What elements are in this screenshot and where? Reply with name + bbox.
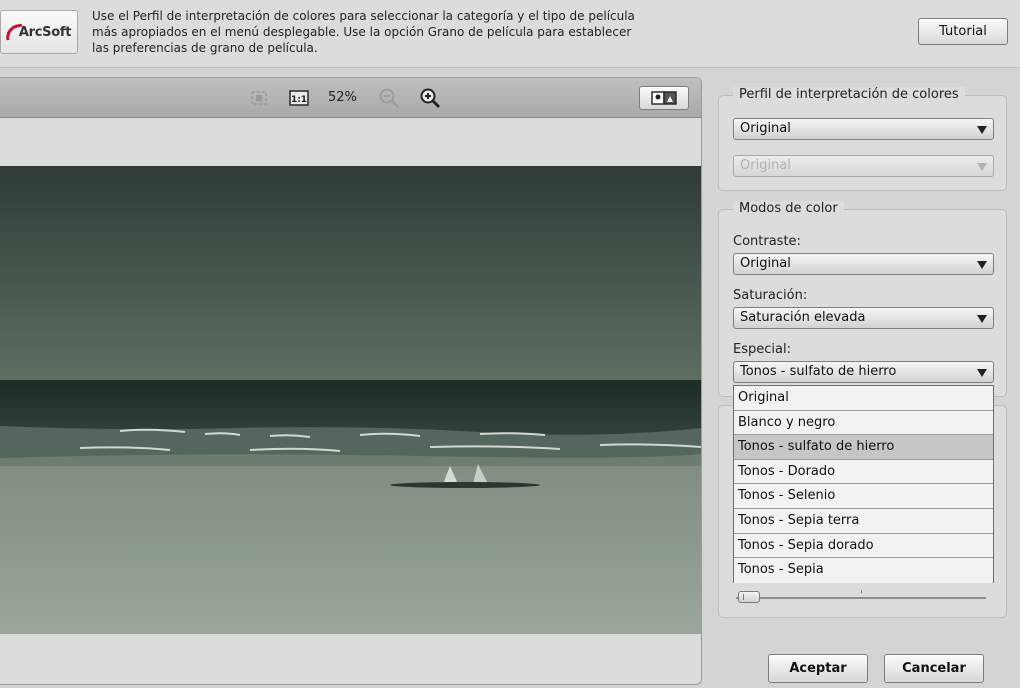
zoom-out-icon[interactable] [378,87,400,109]
saturation-select[interactable]: Saturación elevada [733,307,994,329]
fit-to-window-icon[interactable] [248,87,270,109]
film-grain-slider-track[interactable] [736,597,986,599]
special-value: Tonos - sulfato de hierro [740,364,897,379]
chevron-down-icon [977,369,987,377]
dropdown-option[interactable]: Tonos - Sepia dorado [734,533,993,559]
cancel-button[interactable]: Cancelar [884,654,984,683]
preview-toolbar: 1:1 52% [0,78,701,118]
saturation-value: Saturación elevada [740,310,866,325]
before-after-icon [651,91,677,105]
color-category-select[interactable]: Original [733,118,994,140]
zoom-level: 52% [328,90,357,105]
chevron-down-icon [977,126,987,134]
special-label: Especial: [733,342,791,357]
dropdown-option-selected[interactable]: Tonos - sulfato de hierro [734,435,993,460]
preview-panel: 1:1 52% [0,77,702,685]
chevron-down-icon [977,163,987,171]
film-grain-slider-thumb[interactable] [738,591,760,603]
svg-text:1:1: 1:1 [291,95,307,105]
chevron-down-icon [977,261,987,269]
contrast-select[interactable]: Original [733,253,994,275]
logo-text: ArcSoft [18,24,72,40]
dropdown-option[interactable]: Original [734,386,993,411]
instructions-text: Use el Perfil de interpretación de color… [92,9,635,55]
contrast-value: Original [740,256,791,271]
dropdown-option[interactable]: Tonos - Selenio [734,484,993,509]
saturation-label: Saturación: [733,288,808,303]
color-profile-title: Perfil de interpretación de colores [733,87,965,102]
color-modes-title: Modos de color [733,201,844,216]
film-type-value: Original [740,158,791,173]
compare-view-button[interactable] [639,86,689,110]
grip-icon [743,594,746,600]
accept-button[interactable]: Aceptar [768,654,868,683]
color-category-value: Original [740,121,791,136]
dropdown-option[interactable]: Tonos - Dorado [734,459,993,485]
film-type-select[interactable]: Original [733,155,994,177]
beach-photo [0,166,701,634]
dropdown-option[interactable]: Tonos - Sepia [734,558,993,583]
tutorial-button[interactable]: Tutorial [918,18,1008,45]
actual-size-icon[interactable]: 1:1 [288,87,310,109]
dropdown-option[interactable]: Blanco y negro [734,410,993,436]
chevron-down-icon [977,315,987,323]
header-bar: ArcSoft Use el Perfil de interpretación … [0,0,1020,68]
dropdown-option[interactable]: Tonos - Sepia terra [734,508,993,534]
zoom-in-icon[interactable] [419,87,441,109]
special-select[interactable]: Tonos - sulfato de hierro [733,361,994,383]
arcsoft-logo: ArcSoft [0,10,78,54]
contrast-label: Contraste: [733,234,801,249]
special-dropdown-list: Original Blanco y negro Tonos - sulfato … [733,385,994,583]
slider-tick-mark [861,590,862,593]
